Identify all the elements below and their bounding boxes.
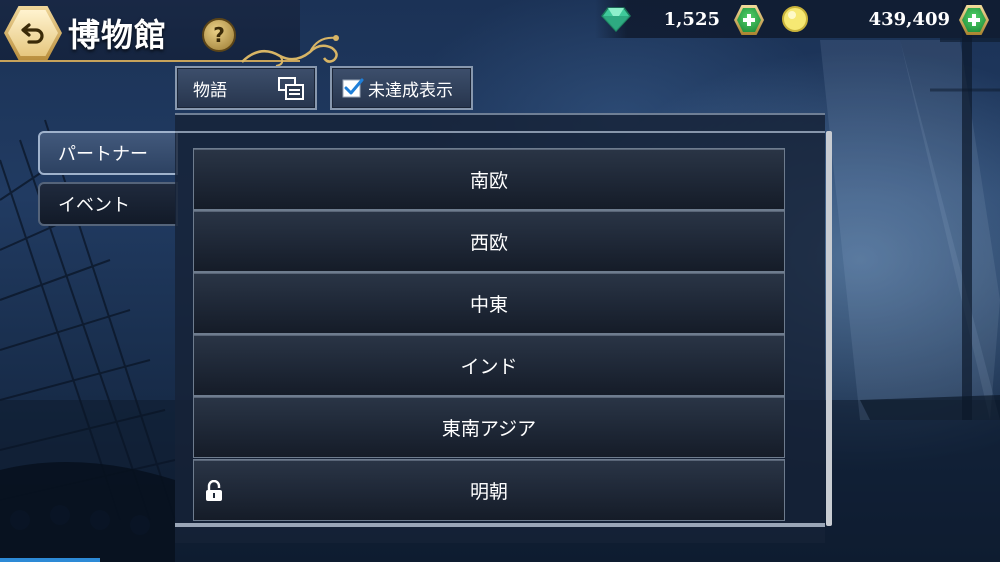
- list-item[interactable]: インド: [193, 334, 785, 396]
- page-title: 博物館: [68, 16, 168, 54]
- coins-count: 439,409: [868, 9, 950, 30]
- back-arrow-icon: [21, 23, 44, 44]
- list-toggle-icon: [278, 77, 304, 100]
- list-item-label: 中東: [469, 293, 508, 316]
- list-scrollbar[interactable]: [826, 131, 832, 526]
- gems-count: 1,525: [663, 9, 720, 30]
- tab-partner-label: パートナー: [58, 144, 148, 165]
- plus-icon: [743, 14, 755, 26]
- tab-event[interactable]: イベント: [38, 182, 178, 226]
- show-unachieved-toggle[interactable]: 未達成表示: [330, 66, 473, 110]
- lock-icon: [206, 480, 222, 501]
- tab-partner[interactable]: パートナー: [38, 131, 178, 175]
- list-item[interactable]: 南欧: [193, 148, 785, 210]
- panel-bottom-edge: [175, 523, 825, 527]
- plus-icon: [968, 14, 980, 26]
- gold-ornament-flourish: [241, 35, 339, 67]
- story-sort-label: 物語: [193, 80, 227, 101]
- show-unachieved-label: 未達成表示: [368, 80, 453, 101]
- list-item[interactable]: 中東: [193, 272, 785, 334]
- list-item[interactable]: 西欧: [193, 210, 785, 272]
- coin-icon: [782, 6, 808, 32]
- loading-progress-bar: [0, 558, 100, 562]
- gem-icon: [601, 7, 631, 32]
- currency-bar: 1,525 439,409: [595, 0, 1000, 38]
- list-item-label: 西欧: [469, 231, 508, 254]
- list-item-label: 東南アジア: [441, 417, 537, 440]
- back-button-face: [8, 10, 58, 56]
- story-sort-button[interactable]: 物語: [175, 66, 317, 110]
- question-mark-icon: ?: [213, 23, 225, 47]
- plus-icon: [962, 8, 986, 32]
- list-item-locked[interactable]: 明朝: [193, 459, 785, 521]
- list-item-label: インド: [460, 355, 518, 378]
- checkbox-checked-icon: [342, 78, 364, 98]
- add-gems-button[interactable]: [734, 5, 764, 35]
- tab-event-label: イベント: [58, 195, 130, 216]
- panel-divider: [175, 131, 825, 133]
- plus-icon: [737, 8, 761, 32]
- list-item-label: 南欧: [469, 169, 508, 192]
- list-item-label: 明朝: [469, 480, 508, 503]
- add-coins-button[interactable]: [959, 5, 989, 35]
- help-button[interactable]: ?: [202, 18, 236, 52]
- list-item[interactable]: 東南アジア: [193, 396, 785, 458]
